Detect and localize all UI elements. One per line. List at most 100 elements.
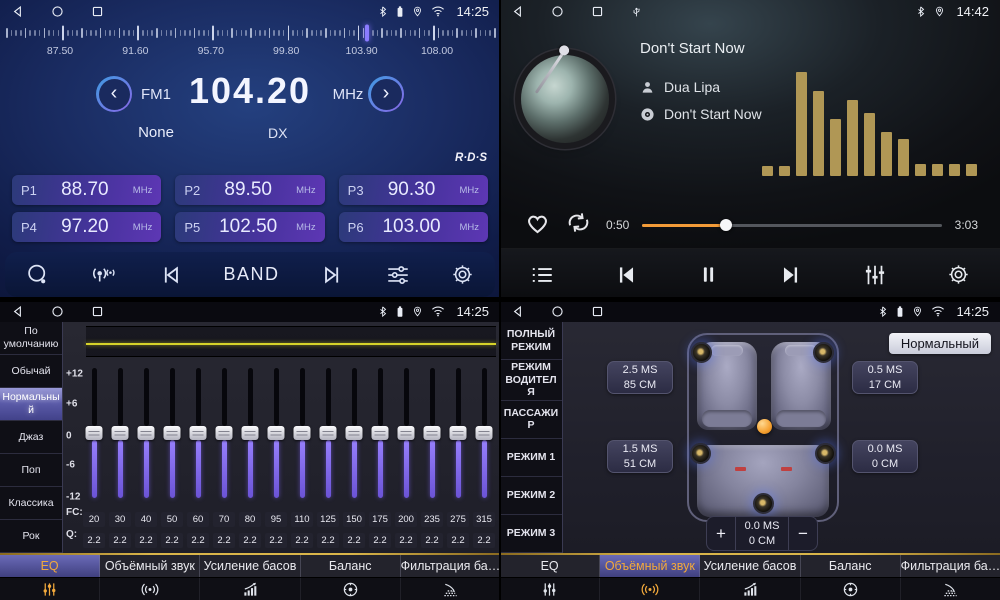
back-icon[interactable] [511, 5, 524, 18]
settings-gear-icon[interactable] [946, 262, 971, 287]
q-value[interactable]: 2.2 [447, 533, 469, 548]
preset-button-p2[interactable]: P289.50MHz [175, 175, 324, 205]
fc-value[interactable]: 80 [239, 512, 261, 527]
eq-tab-balance[interactable]: Баланс [301, 555, 401, 577]
seek-bar-knob[interactable] [720, 219, 732, 231]
previous-track-icon[interactable] [613, 262, 639, 288]
surround-tab-filter[interactable]: Фильтрация ба… [901, 555, 1000, 577]
home-icon[interactable] [51, 5, 64, 18]
q-value[interactable]: 2.2 [213, 533, 235, 548]
favorite-icon[interactable] [524, 210, 551, 240]
fc-value[interactable]: 150 [343, 512, 365, 527]
fc-value[interactable]: 275 [447, 512, 469, 527]
scan-icon[interactable] [25, 262, 51, 288]
eq-slider-handle-60[interactable] [190, 426, 207, 440]
listening-mode-item[interactable]: РЕЖИМ 1 [500, 439, 562, 477]
seek-previous-icon[interactable] [158, 262, 184, 288]
eq-slider-handle-125[interactable] [320, 426, 337, 440]
increase-delay-button[interactable]: + [707, 517, 735, 550]
surround-tab-balance[interactable]: Баланс [801, 555, 901, 577]
eq-tab-surround-sound[interactable]: Объёмный звук [100, 555, 200, 577]
filter-tab-icon[interactable] [401, 578, 500, 600]
surround-sound-tab-icon[interactable] [600, 578, 700, 600]
q-value[interactable]: 2.2 [291, 533, 313, 548]
recents-icon[interactable] [91, 5, 104, 18]
eq-slider-handle-110[interactable] [294, 426, 311, 440]
eq-preset-item[interactable]: Обычай [0, 355, 62, 388]
decrease-delay-button[interactable]: − [789, 517, 817, 550]
back-icon[interactable] [11, 305, 24, 318]
preset-button-p4[interactable]: P497.20MHz [12, 212, 161, 242]
listening-mode-item[interactable]: РЕЖИМ ВОДИТЕЛЯ [500, 360, 562, 401]
q-value[interactable]: 2.2 [239, 533, 261, 548]
q-value[interactable]: 2.2 [343, 533, 365, 548]
eq-slider-handle-80[interactable] [242, 426, 259, 440]
preset-button-p5[interactable]: P5102.50MHz [175, 212, 324, 242]
q-value[interactable]: 2.2 [395, 533, 417, 548]
rear-right-delay-button[interactable]: 0.0 MS 0 CM [852, 440, 918, 473]
q-value[interactable]: 2.2 [421, 533, 443, 548]
balance-tab-icon[interactable] [801, 578, 901, 600]
preset-button-p1[interactable]: P188.70MHz [12, 175, 161, 205]
fc-value[interactable]: 110 [291, 512, 313, 527]
eq-slider-handle-275[interactable] [450, 426, 467, 440]
recents-icon[interactable] [91, 305, 104, 318]
frequency-scale[interactable]: 87.5091.6095.7099.80103.90108.00 [0, 23, 500, 59]
rear-left-delay-button[interactable]: 1.5 MS 51 CM [607, 440, 673, 473]
q-value[interactable]: 2.2 [83, 533, 105, 548]
q-value[interactable]: 2.2 [473, 533, 495, 548]
listening-mode-item[interactable]: РЕЖИМ 3 [500, 515, 562, 553]
band-button[interactable]: BAND [223, 264, 279, 285]
front-right-delay-button[interactable]: 0.5 MS 17 CM [852, 361, 918, 394]
home-icon[interactable] [551, 5, 564, 18]
fc-value[interactable]: 20 [83, 512, 105, 527]
fc-value[interactable]: 200 [395, 512, 417, 527]
seek-next-icon[interactable] [319, 262, 345, 288]
eq-tab-filter[interactable]: Фильтрация ба… [401, 555, 500, 577]
front-left-delay-button[interactable]: 2.5 MS 85 CM [607, 361, 673, 394]
bass-boost-tab-icon[interactable] [700, 578, 800, 600]
eq-slider-handle-70[interactable] [216, 426, 233, 440]
fc-value[interactable]: 70 [213, 512, 235, 527]
eq-preset-item[interactable]: Классика [0, 487, 62, 520]
fc-value[interactable]: 30 [109, 512, 131, 527]
eq-tab-eq[interactable]: EQ [0, 555, 100, 577]
listening-mode-item[interactable]: ПОЛНЫЙ РЕЖИМ [500, 322, 562, 360]
eq-slider-handle-50[interactable] [164, 426, 181, 440]
eq-tab-bass-boost[interactable]: Усиление басов [200, 555, 300, 577]
settings-gear-icon[interactable] [450, 262, 475, 287]
recents-icon[interactable] [591, 5, 604, 18]
home-icon[interactable] [51, 305, 64, 318]
audio-settings-icon[interactable] [385, 262, 411, 288]
profile-button[interactable]: Нормальный [889, 333, 991, 354]
eq-preset-item[interactable]: Нормальный [0, 388, 62, 421]
q-value[interactable]: 2.2 [265, 533, 287, 548]
playlist-icon[interactable] [529, 262, 555, 288]
q-value[interactable]: 2.2 [369, 533, 391, 548]
q-value[interactable]: 2.2 [135, 533, 157, 548]
tune-up-button[interactable]: › [368, 76, 404, 112]
eq-slider-handle-20[interactable] [86, 426, 103, 440]
preset-button-p6[interactable]: P6103.00MHz [339, 212, 488, 242]
fc-value[interactable]: 50 [161, 512, 183, 527]
fc-value[interactable]: 60 [187, 512, 209, 527]
eq-preset-item[interactable]: По умолчанию [0, 322, 62, 355]
eq-slider-handle-315[interactable] [476, 426, 493, 440]
q-value[interactable]: 2.2 [187, 533, 209, 548]
listening-mode-item[interactable]: ПАССАЖИР [500, 401, 562, 439]
fc-value[interactable]: 40 [135, 512, 157, 527]
listening-mode-item[interactable]: РЕЖИМ 2 [500, 477, 562, 515]
fc-value[interactable]: 235 [421, 512, 443, 527]
eq-slider-handle-150[interactable] [346, 426, 363, 440]
bass-boost-tab-icon[interactable] [200, 578, 300, 600]
eq-slider-handle-95[interactable] [268, 426, 285, 440]
equalizer-icon[interactable] [862, 262, 888, 288]
seek-bar[interactable] [642, 224, 941, 227]
home-icon[interactable] [551, 305, 564, 318]
surround-tab-eq[interactable]: EQ [500, 555, 600, 577]
eq-slider-handle-40[interactable] [138, 426, 155, 440]
eq-preset-item[interactable]: Рок [0, 520, 62, 553]
surround-tab-bass-boost[interactable]: Усиление басов [700, 555, 800, 577]
back-icon[interactable] [11, 5, 24, 18]
fc-value[interactable]: 125 [317, 512, 339, 527]
